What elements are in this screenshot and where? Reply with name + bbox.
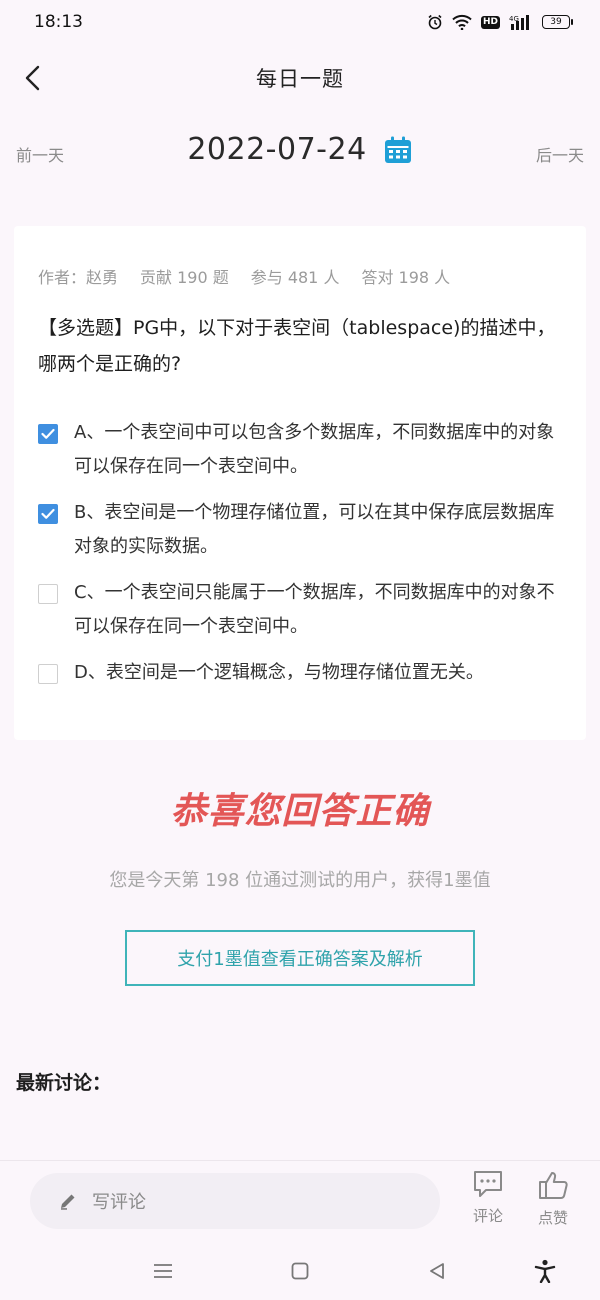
back-triangle-icon[interactable] bbox=[424, 1258, 450, 1284]
participated-count: 参与 481 人 bbox=[250, 268, 340, 287]
date-selector: 2022-07-24 bbox=[0, 132, 600, 167]
option-b-label: B、表空间是一个物理存储位置，可以在其中保存底层数据库对象的实际数据。 bbox=[74, 502, 555, 557]
pencil-icon bbox=[61, 1194, 75, 1210]
thumbs-up-icon bbox=[539, 1172, 568, 1199]
signal-icon: 4G bbox=[509, 14, 533, 30]
bottom-bar: 写评论 评论 点赞 bbox=[0, 1160, 600, 1242]
battery-icon: 39 bbox=[542, 15, 573, 29]
discussion-title: 最新讨论： bbox=[16, 1072, 112, 1094]
menu-icon[interactable] bbox=[150, 1258, 176, 1284]
question-text: 【多选题】PG中，以下对于表空间（tablespace)的描述中，哪两个是正确的… bbox=[38, 317, 556, 375]
option-c[interactable]: C、一个表空间只能属于一个数据库，不同数据库中的对象不可以保存在同一个表空间中。 bbox=[38, 576, 568, 644]
home-icon[interactable] bbox=[287, 1258, 313, 1284]
option-d-label: D、表空间是一个逻辑概念，与物理存储位置无关。 bbox=[74, 662, 484, 683]
current-date: 2022-07-24 bbox=[187, 132, 367, 167]
like-button[interactable]: 点赞 bbox=[523, 1169, 583, 1235]
next-day-link[interactable]: 后一天 bbox=[536, 142, 584, 166]
status-icons: HD 4G 39 bbox=[427, 14, 573, 30]
status-time: 18:13 bbox=[34, 12, 83, 32]
calendar-icon[interactable] bbox=[383, 135, 413, 165]
option-c-label: C、一个表空间只能属于一个数据库，不同数据库中的对象不可以保存在同一个表空间中。 bbox=[74, 582, 555, 637]
question-card: 作者：赵勇 贡献 190 题 参与 481 人 答对 198 人 【多选题】PG… bbox=[14, 226, 586, 740]
contributed-count: 贡献 190 题 bbox=[140, 268, 229, 287]
hd-badge: HD bbox=[480, 15, 500, 29]
date-nav: 前一天 2022-07-24 后一天 bbox=[0, 128, 600, 178]
checkbox-checked-icon[interactable] bbox=[38, 504, 58, 524]
comment-placeholder: 写评论 bbox=[92, 1192, 146, 1213]
status-bar: 18:13 HD 4G 39 bbox=[0, 0, 600, 44]
alarm-icon bbox=[427, 14, 443, 30]
comment-icon bbox=[474, 1171, 502, 1197]
wifi-icon bbox=[452, 14, 472, 30]
system-nav-bar bbox=[0, 1242, 600, 1300]
chevron-left-icon bbox=[25, 65, 40, 91]
option-a-label: A、一个表空间中可以包含多个数据库，不同数据库中的对象可以保存在同一个表空间中。 bbox=[74, 422, 555, 477]
comment-input[interactable]: 写评论 bbox=[30, 1173, 440, 1229]
page-title: 每日一题 bbox=[256, 67, 344, 91]
header: 每日一题 bbox=[0, 48, 600, 108]
pay-view-answer-button[interactable]: 支付1墨值查看正确答案及解析 bbox=[125, 930, 475, 986]
author: 作者：赵勇 bbox=[38, 268, 119, 287]
checkbox-unchecked-icon[interactable] bbox=[38, 584, 58, 604]
option-d[interactable]: D、表空间是一个逻辑概念，与物理存储位置无关。 bbox=[38, 656, 568, 690]
question-meta: 作者：赵勇 贡献 190 题 参与 481 人 答对 198 人 bbox=[38, 264, 450, 288]
checkbox-unchecked-icon[interactable] bbox=[38, 664, 58, 684]
checkbox-checked-icon[interactable] bbox=[38, 424, 58, 444]
like-label: 点赞 bbox=[537, 1209, 568, 1227]
option-a[interactable]: A、一个表空间中可以包含多个数据库，不同数据库中的对象可以保存在同一个表空间中。 bbox=[38, 416, 568, 484]
option-b[interactable]: B、表空间是一个物理存储位置，可以在其中保存底层数据库对象的实际数据。 bbox=[38, 496, 568, 564]
comment-label: 评论 bbox=[472, 1207, 503, 1225]
congrats-message: 恭喜您回答正确 bbox=[170, 791, 430, 832]
comment-button[interactable]: 评论 bbox=[458, 1169, 518, 1235]
accessibility-icon[interactable] bbox=[532, 1258, 558, 1284]
result-description: 您是今天第 198 位通过测试的用户，获得1墨值 bbox=[109, 870, 491, 891]
back-button[interactable] bbox=[18, 62, 48, 94]
correct-count: 答对 198 人 bbox=[361, 268, 451, 287]
